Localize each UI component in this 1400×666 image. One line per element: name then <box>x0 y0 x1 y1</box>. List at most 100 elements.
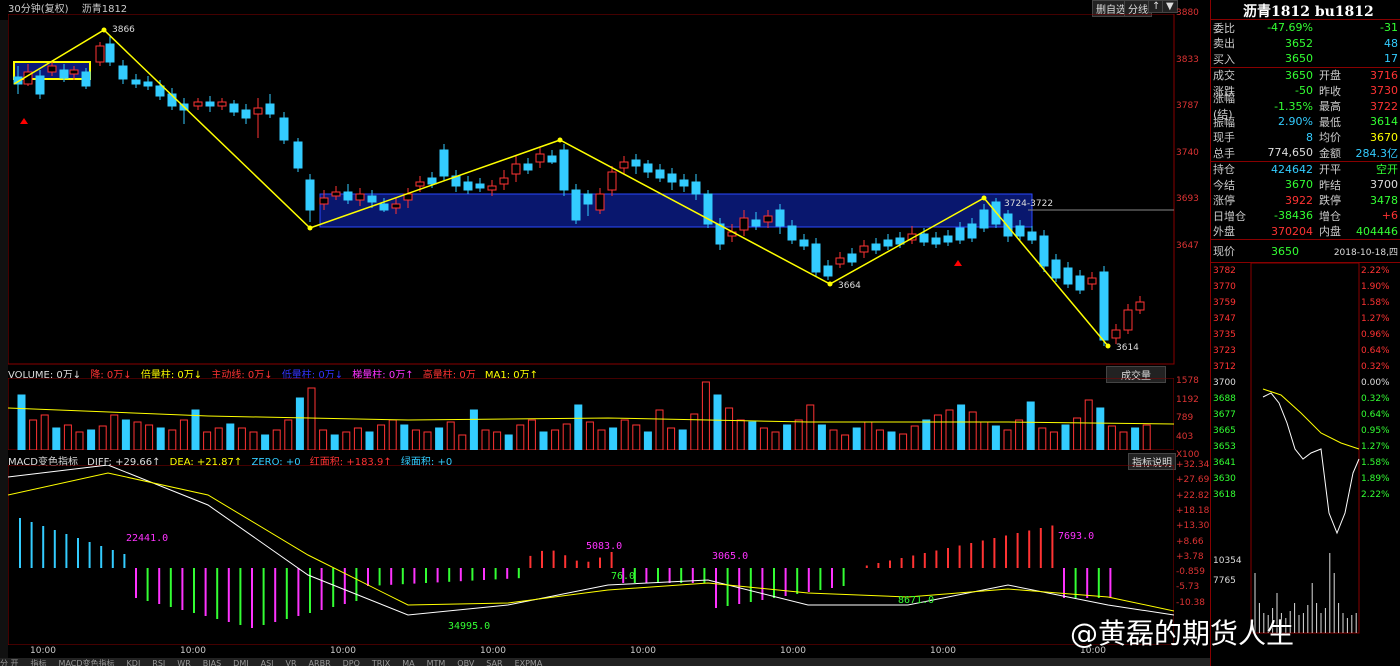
quote-label: 涨停 <box>1213 194 1235 208</box>
volume-bar <box>829 429 838 450</box>
trend-arrow-head <box>307 225 313 231</box>
mini-price-tick: 3653 <box>1213 442 1236 452</box>
indicator-tab[interactable]: TRIX <box>372 659 390 666</box>
macd-area-label: 5083.0 <box>586 541 622 552</box>
candle-body <box>739 217 749 231</box>
quote-row: 涨停 3922 跌停 3478 <box>1211 193 1400 209</box>
volume-bar <box>284 419 293 450</box>
indicator-tab[interactable]: DMI <box>233 659 248 666</box>
indicator-tab[interactable]: 指标 <box>31 659 47 666</box>
indicator-tab[interactable]: SAR <box>486 659 502 666</box>
indicator-tab[interactable]: ARBR <box>309 659 331 666</box>
indicator-tab[interactable]: WR <box>177 659 190 666</box>
quote-value: 3650 <box>1285 52 1313 66</box>
candle-body <box>667 173 677 183</box>
quote-label: 持仓 <box>1213 163 1235 177</box>
volume-bar <box>29 419 38 450</box>
mini-pct-tick: 0.64% <box>1361 346 1390 356</box>
candle-body <box>571 189 581 221</box>
volume-bar <box>841 434 850 450</box>
candle-body <box>379 203 389 211</box>
candle-body <box>1135 301 1145 311</box>
candle-body <box>751 219 761 227</box>
volume-bar <box>1049 431 1058 450</box>
quote-value: +6 <box>1381 209 1398 223</box>
indicator-tab-bar[interactable]: 分 开 指标 MACD变色指标 KDJ RSI WR BIAS DMI ASI VR ARBR DPO… <box>0 658 1210 666</box>
volume-bar <box>1026 401 1035 450</box>
candle-body <box>319 197 329 205</box>
volume-bar <box>446 421 455 450</box>
indicator-tab[interactable]: VR <box>286 659 297 666</box>
indicator-tab[interactable]: MA <box>402 659 414 666</box>
mini-price-tick: 3641 <box>1213 458 1236 468</box>
time-tick: 10:00 <box>780 646 806 656</box>
date-label: 2018-10-18,四 <box>1333 247 1398 258</box>
volume-bar <box>388 419 397 450</box>
price-tick: 3787 <box>1176 101 1199 111</box>
volume-tick: 1578 <box>1176 376 1199 386</box>
indicator-tab[interactable]: BIAS <box>203 659 221 666</box>
volume-bar <box>330 434 339 450</box>
trend-arrow-head <box>827 281 833 287</box>
candle-body <box>643 163 653 173</box>
indicator-tab[interactable]: ASI <box>261 659 274 666</box>
indicator-tab[interactable]: KDJ <box>127 659 141 666</box>
quote-label: 日增仓 <box>1213 209 1246 223</box>
volume-bar <box>875 429 884 450</box>
volume-bar <box>40 414 49 450</box>
candle-body <box>439 149 449 177</box>
candle-body <box>59 69 69 79</box>
volume-bar <box>98 425 107 450</box>
mini-pct-tick: 1.27% <box>1361 314 1390 324</box>
volume-bar <box>458 434 467 450</box>
macd-tick: +27.69 <box>1176 475 1210 486</box>
consolidation-zone <box>319 193 1033 228</box>
quote-label: 最低 <box>1319 115 1341 129</box>
indicator-tab[interactable]: OBV <box>457 659 474 666</box>
buy-signal-icon <box>954 260 962 266</box>
left-tab-strip[interactable] <box>0 20 8 660</box>
macd-tick: +8.66 <box>1176 536 1204 547</box>
volume-bar <box>493 431 502 450</box>
volume-bar <box>945 409 954 450</box>
mini-pct-tick: 1.58% <box>1361 458 1390 468</box>
mini-pct-tick: 0.64% <box>1361 410 1390 420</box>
indicator-tab[interactable]: 分 开 <box>0 659 19 666</box>
indicator-tab[interactable]: MTM <box>427 659 446 666</box>
quote-row: 现手 8 均价 3670 <box>1211 130 1400 146</box>
volume-bar <box>1038 427 1047 450</box>
candle-body <box>69 69 79 75</box>
candle-body <box>105 43 115 63</box>
volume-bar <box>678 429 687 450</box>
volume-bar <box>1003 429 1012 450</box>
candle-body <box>547 155 557 163</box>
indicator-tab[interactable]: MACD变色指标 <box>59 659 115 666</box>
macd-tick: +22.82 <box>1176 490 1210 501</box>
volume-bar <box>156 427 165 450</box>
quote-label: 昨收 <box>1319 84 1341 98</box>
candle-body <box>655 169 665 179</box>
volume-bar <box>597 429 606 450</box>
quote-label: 委比 <box>1213 21 1235 35</box>
volume-bar <box>272 429 281 450</box>
candle-body <box>535 153 545 163</box>
volume-bar <box>17 394 26 450</box>
candle-body <box>1015 225 1025 237</box>
candle-body <box>1003 213 1013 237</box>
volume-bar <box>365 431 374 450</box>
mini-pct-tick: 0.32% <box>1361 394 1390 404</box>
quote-value: 3722 <box>1370 99 1398 113</box>
mini-price-tick: 3770 <box>1213 282 1236 292</box>
intraday-mini-chart: 3782 3770 3759 3747 3735 3723 3712 3700 3688 3677… <box>1213 262 1390 634</box>
mini-price-tick: 3665 <box>1213 426 1236 436</box>
volume-bar <box>794 419 803 450</box>
candle-body <box>511 163 521 175</box>
candle-body <box>47 65 57 73</box>
candlestick-chart[interactable]: 3866 3664 3614 3724-3722 <box>8 14 1204 366</box>
quote-value: 3700 <box>1370 178 1398 192</box>
volume-bar <box>701 381 710 450</box>
indicator-tab[interactable]: DPO <box>343 659 360 666</box>
indicator-tab[interactable]: RSI <box>152 659 165 666</box>
indicator-tab[interactable]: EXPMA <box>515 659 543 666</box>
candle-body <box>583 193 593 205</box>
